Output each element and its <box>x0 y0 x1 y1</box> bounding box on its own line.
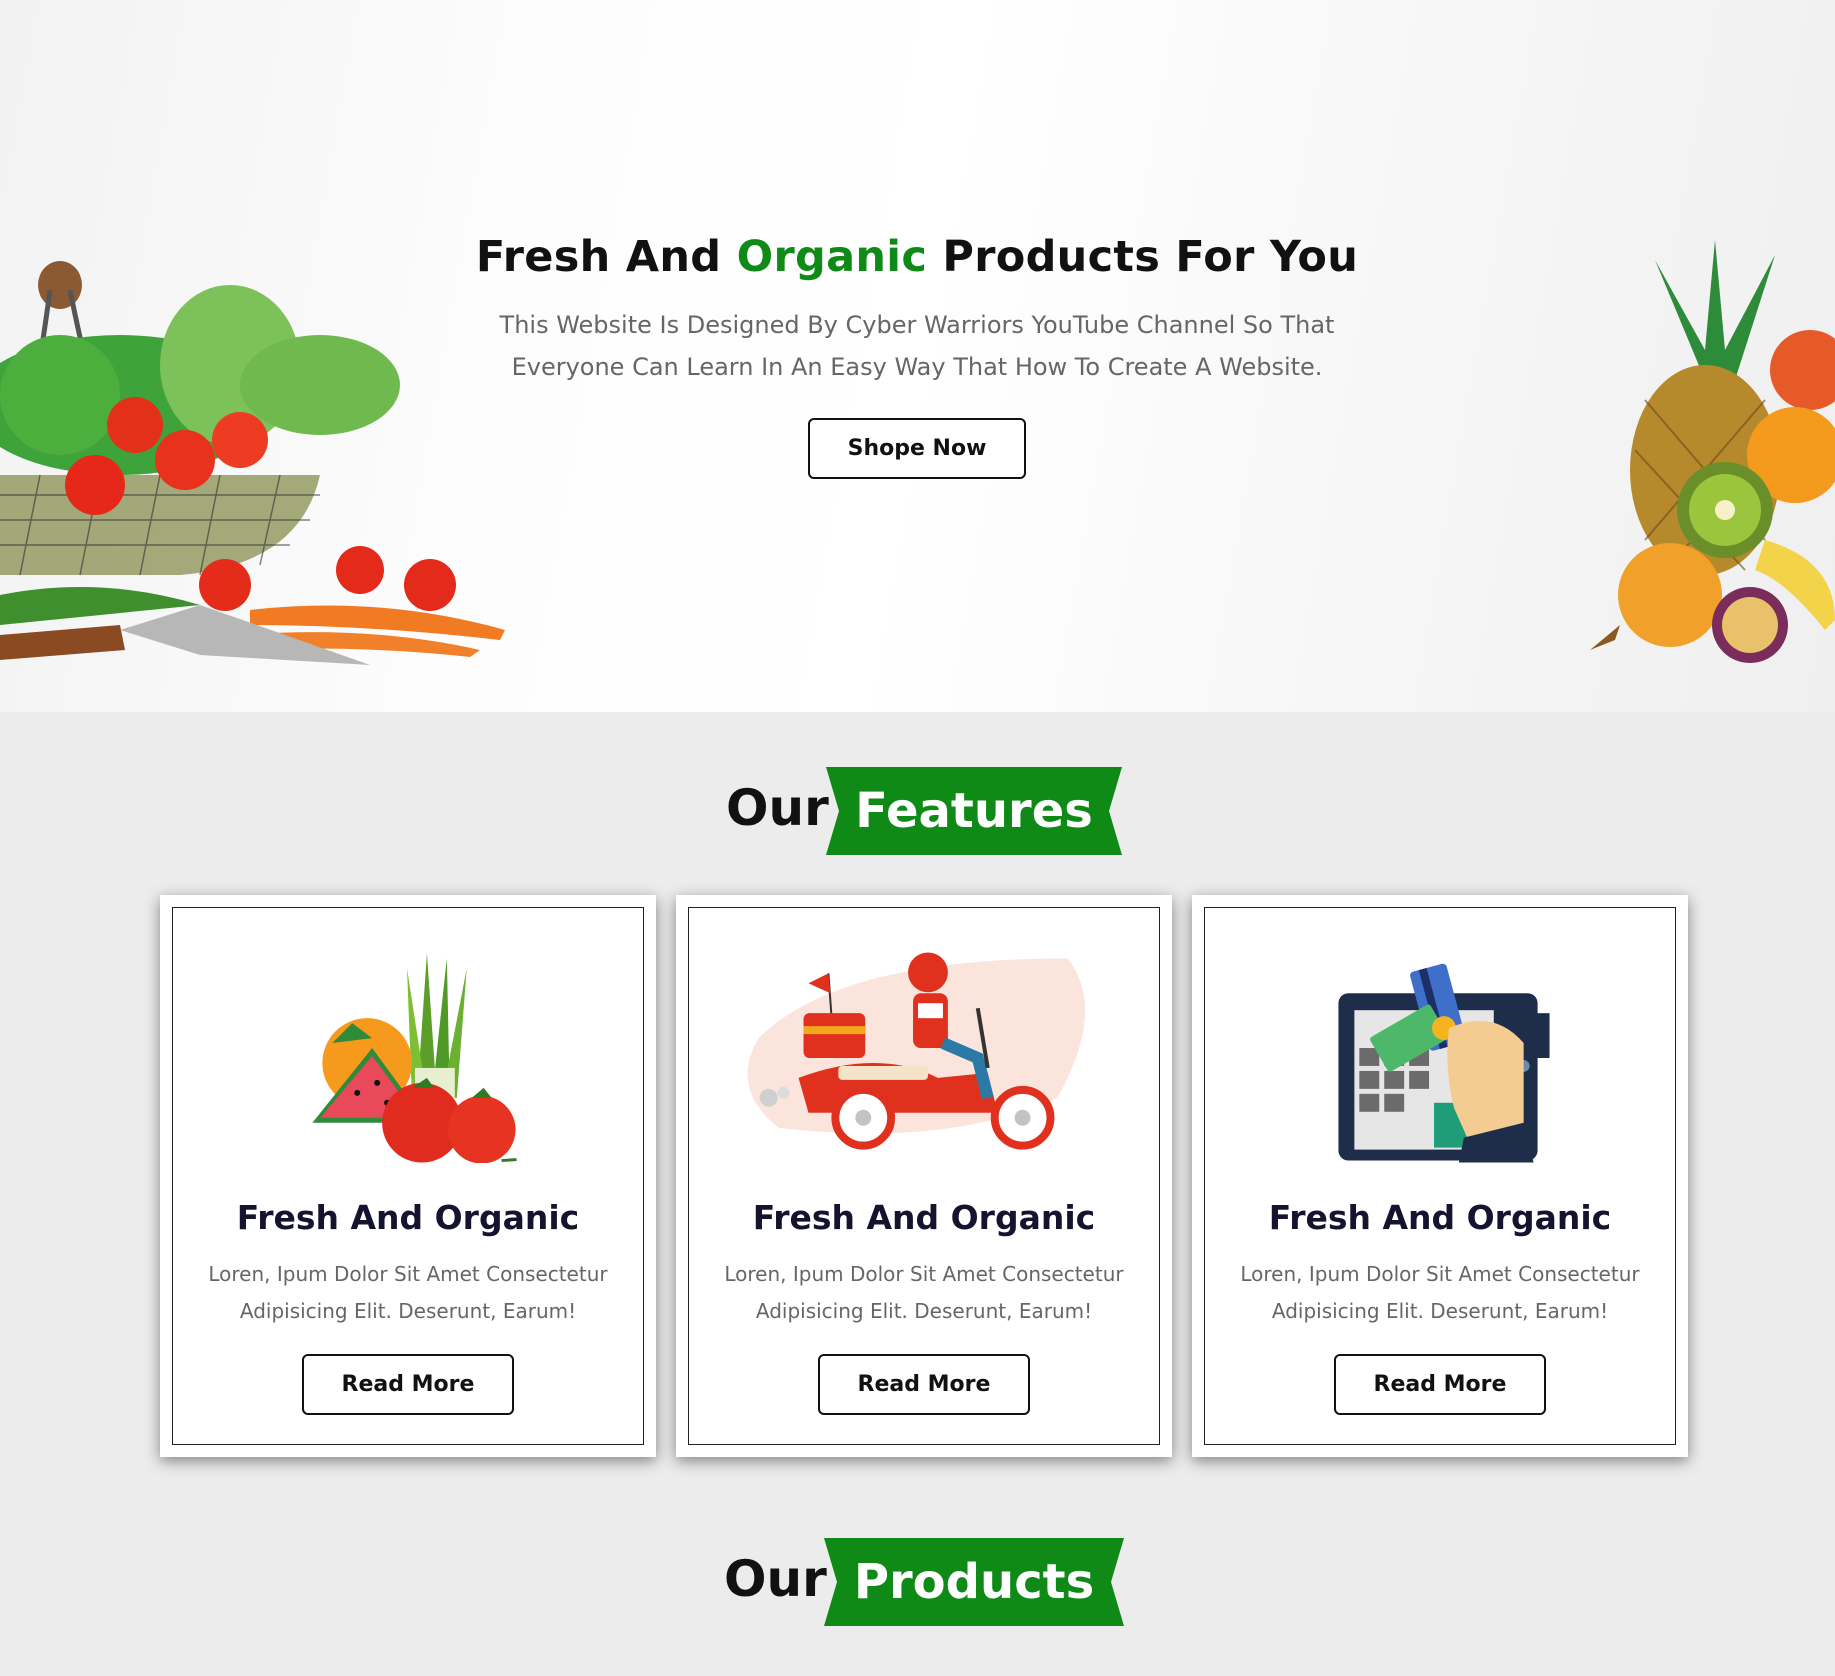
feature-card-inner: Fresh And Organic Loren, Ipum Dolor Sit … <box>1204 907 1676 1445</box>
hero-title-accent: Organic <box>736 232 928 282</box>
hero-section: Fresh And Organic Products For You This … <box>0 0 1835 712</box>
hero-content: Fresh And Organic Products For You This … <box>417 232 1417 479</box>
read-more-button[interactable]: Read More <box>1334 1354 1546 1415</box>
feature-card: Fresh And Organic Loren, Ipum Dolor Sit … <box>676 895 1172 1457</box>
features-heading-ribbon: Features <box>826 767 1122 855</box>
hero-title-part1: Fresh And <box>475 232 737 282</box>
fruits-vegetables-icon <box>312 953 517 1163</box>
feature-card-title: Fresh And Organic <box>236 1198 580 1237</box>
fruits-image <box>1590 240 1835 663</box>
feature-card-inner: Fresh And Organic Loren, Ipum Dolor Sit … <box>688 907 1160 1445</box>
hero-description-line1: This Website Is Designed By Cyber Warrio… <box>499 311 1335 339</box>
feature-card-text-line2: Adipisicing Elit. Deserunt, Earum! <box>239 1299 577 1323</box>
feature-card-text: Loren, Ipum Dolor Sit Amet Consectetur A… <box>709 1256 1139 1330</box>
hero-description-line2: Everyone Can Learn In An Easy Way That H… <box>511 353 1323 381</box>
features-heading-plain: Our <box>726 779 829 837</box>
feature-card-title: Fresh And Organic <box>752 1198 1096 1237</box>
feature-card-text: Loren, Ipum Dolor Sit Amet Consectetur A… <box>193 1256 623 1330</box>
shop-now-button[interactable]: Shope Now <box>808 418 1026 479</box>
feature-card-title: Fresh And Organic <box>1268 1198 1612 1237</box>
products-heading-plain: Our <box>724 1550 827 1608</box>
hero-description: This Website Is Designed By Cyber Warrio… <box>497 304 1337 388</box>
feature-card-text-line1: Loren, Ipum Dolor Sit Amet Consectetur <box>208 1262 608 1286</box>
card-payment-icon <box>1338 963 1550 1163</box>
read-more-button[interactable]: Read More <box>302 1354 514 1415</box>
products-heading: Our Products <box>0 1538 1835 1628</box>
feature-card-text-line2: Adipisicing Elit. Deserunt, Earum! <box>1271 1299 1609 1323</box>
read-more-button[interactable]: Read More <box>818 1354 1030 1415</box>
feature-card-text-line2: Adipisicing Elit. Deserunt, Earum! <box>755 1299 1093 1323</box>
products-heading-ribbon: Products <box>824 1538 1124 1626</box>
hero-title: Fresh And Organic Products For You <box>417 232 1417 282</box>
products-heading-ribbon-text: Products <box>853 1554 1095 1610</box>
feature-card: Fresh And Organic Loren, Ipum Dolor Sit … <box>160 895 656 1457</box>
hero-title-part2: Products For You <box>927 232 1359 282</box>
features-heading: Our Features <box>0 767 1835 857</box>
feature-cards: Fresh And Organic Loren, Ipum Dolor Sit … <box>160 895 1690 1457</box>
feature-card-text-line1: Loren, Ipum Dolor Sit Amet Consectetur <box>1240 1262 1640 1286</box>
delivery-scooter-icon <box>747 952 1086 1150</box>
feature-card-text: Loren, Ipum Dolor Sit Amet Consectetur A… <box>1225 1256 1655 1330</box>
feature-card-text-line1: Loren, Ipum Dolor Sit Amet Consectetur <box>724 1262 1124 1286</box>
feature-card: Fresh And Organic Loren, Ipum Dolor Sit … <box>1192 895 1688 1457</box>
feature-card-inner: Fresh And Organic Loren, Ipum Dolor Sit … <box>172 907 644 1445</box>
features-heading-ribbon-text: Features <box>855 783 1093 839</box>
